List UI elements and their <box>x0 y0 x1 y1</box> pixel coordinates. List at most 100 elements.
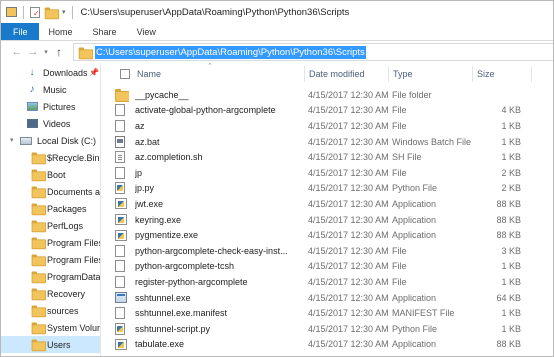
nav-item-label: Program Files ( <box>47 254 100 265</box>
column-name[interactable]: Name <box>137 63 161 85</box>
folder-icon <box>115 89 129 103</box>
chevron-down-icon[interactable]: ▾ <box>10 136 14 144</box>
list-item[interactable]: keyring.exe 4/15/2017 12:30 AM Applicati… <box>102 212 553 228</box>
music-icon: ♪ <box>29 84 35 95</box>
nav-item-videos[interactable]: Videos <box>1 115 100 132</box>
sort-caret-icon: ⌃ <box>207 63 213 70</box>
nav-item-label: Videos <box>43 118 71 129</box>
list-item[interactable]: jp 4/15/2017 12:30 AM File 2 KB <box>102 165 553 181</box>
nav-item-folder[interactable]: Program Files <box>1 234 100 251</box>
list-item[interactable]: sshtunnel.exe 4/15/2017 12:30 AM Applica… <box>102 290 553 306</box>
file-date: 4/15/2017 12:30 AM <box>308 339 389 350</box>
list-item[interactable]: pygmentize.exe 4/15/2017 12:30 AM Applic… <box>102 227 553 243</box>
tab-view[interactable]: View <box>127 23 166 40</box>
list-item[interactable]: activate-global-python-argcomplete 4/15/… <box>102 103 553 119</box>
tab-share[interactable]: Share <box>83 23 127 40</box>
nav-item-folder[interactable]: Packages <box>1 200 100 217</box>
folder-shortcut-icon <box>31 186 47 199</box>
file-date: 4/15/2017 12:30 AM <box>308 292 389 303</box>
list-item[interactable]: tabulate.exe 4/15/2017 12:30 AM Applicat… <box>102 337 553 353</box>
column-divider[interactable] <box>388 66 389 82</box>
file-date: 4/15/2017 12:30 AM <box>308 214 389 225</box>
file-icon <box>115 244 125 257</box>
nav-item-folder[interactable]: $Recycle.Bin <box>1 149 100 166</box>
file-type: Windows Batch File <box>392 136 472 147</box>
nav-item-label: Downloads <box>43 67 88 78</box>
properties-icon[interactable]: ✓ <box>30 6 40 18</box>
nav-item-folder[interactable]: sources <box>1 302 100 319</box>
nav-item-label: Local Disk (C:) <box>37 135 97 146</box>
file-icon <box>115 119 125 132</box>
nav-item-folder[interactable]: ProgramData <box>1 268 100 285</box>
folder-icon <box>31 305 47 318</box>
file-size: 1 KB <box>501 276 521 287</box>
column-date-modified[interactable]: Date modified <box>309 63 365 85</box>
file-date: 4/15/2017 12:30 AM <box>308 308 389 319</box>
recent-locations-chevron-icon[interactable]: ▾ <box>41 48 51 56</box>
file-size: 2 KB <box>501 183 521 194</box>
file-type: File folder <box>392 89 432 100</box>
column-divider[interactable] <box>304 66 305 82</box>
column-divider[interactable] <box>472 66 473 82</box>
explorer-app-icon[interactable] <box>6 7 17 17</box>
list-item[interactable]: jp.py 4/15/2017 12:30 AM Python File 2 K… <box>102 181 553 197</box>
address-input[interactable]: C:\Users\superuser\AppData\Roaming\Pytho… <box>95 45 366 59</box>
tab-file[interactable]: File <box>1 23 39 40</box>
list-item[interactable]: jwt.exe 4/15/2017 12:30 AM Application 8… <box>102 196 553 212</box>
file-name: tabulate.exe <box>135 339 185 350</box>
list-item[interactable]: az.completion.sh 4/15/2017 12:30 AM SH F… <box>102 149 553 165</box>
toolbar-divider <box>71 5 73 19</box>
column-divider[interactable] <box>531 66 532 82</box>
nav-item-label: $Recycle.Bin <box>47 152 100 163</box>
list-item[interactable]: register-python-argcomplete 4/15/2017 12… <box>102 274 553 290</box>
file-icon <box>115 104 125 117</box>
folder-icon <box>31 254 47 267</box>
forward-arrow-icon[interactable]: → <box>25 46 41 58</box>
videos-icon <box>26 118 38 130</box>
column-size[interactable]: Size <box>477 63 495 85</box>
python-exe-icon <box>115 338 127 350</box>
pin-icon[interactable]: 📌 <box>89 68 99 77</box>
list-item[interactable]: python-argcomplete-tcsh 4/15/2017 12:30 … <box>102 259 553 275</box>
folder-icon <box>31 220 47 233</box>
list-item[interactable]: sshtunnel.exe.manifest 4/15/2017 12:30 A… <box>102 305 553 321</box>
file-type: Application <box>392 230 437 241</box>
nav-item-label: System Volume <box>47 322 100 333</box>
file-date: 4/15/2017 12:30 AM <box>308 183 389 194</box>
select-all-checkbox[interactable] <box>120 63 130 85</box>
up-arrow-icon[interactable]: ↑ <box>51 45 67 59</box>
file-type: SH File <box>392 152 422 163</box>
file-date: 4/15/2017 12:30 AM <box>308 136 389 147</box>
file-icon <box>115 166 125 179</box>
nav-item-folder[interactable]: Recovery <box>1 285 100 302</box>
list-item[interactable]: az 4/15/2017 12:30 AM File 1 KB <box>102 118 553 134</box>
list-item[interactable]: __pycache__ 4/15/2017 12:30 AM File fold… <box>102 87 553 103</box>
address-bar[interactable]: C:\Users\superuser\AppData\Roaming\Pytho… <box>73 43 553 61</box>
nav-item-folder[interactable]: Documents an <box>1 183 100 200</box>
nav-item-music[interactable]: ♪ Music <box>1 81 100 98</box>
new-folder-icon[interactable] <box>44 7 60 19</box>
file-list[interactable]: __pycache__ 4/15/2017 12:30 AM File fold… <box>102 87 553 356</box>
nav-item-pictures[interactable]: Pictures <box>1 98 100 115</box>
list-item[interactable]: az.bat 4/15/2017 12:30 AM Windows Batch … <box>102 134 553 150</box>
file-size: 64 KB <box>496 292 521 303</box>
nav-item-folder[interactable]: Program Files ( <box>1 251 100 268</box>
nav-item-downloads[interactable]: ↓ Downloads 📌 <box>1 64 100 81</box>
nav-item-folder[interactable]: PerfLogs <box>1 217 100 234</box>
list-item[interactable]: sshtunnel-script.py 4/15/2017 12:30 AM P… <box>102 321 553 337</box>
navigation-pane[interactable]: ↓ Downloads 📌 ♪ Music Pictures Videos ▾ … <box>1 63 101 356</box>
file-name: az <box>135 120 145 131</box>
file-size: 1 KB <box>501 120 521 131</box>
back-arrow-icon[interactable]: ← <box>9 46 25 58</box>
list-item[interactable]: python-argcomplete-check-easy-inst... 4/… <box>102 243 553 259</box>
tab-home[interactable]: Home <box>39 23 83 40</box>
file-type: File <box>392 120 407 131</box>
nav-item-users[interactable]: Users <box>1 336 100 353</box>
nav-item-local-disk[interactable]: ▾ Local Disk (C:) <box>1 132 100 149</box>
nav-item-folder[interactable]: Boot <box>1 166 100 183</box>
nav-item-folder[interactable]: System Volume <box>1 319 100 336</box>
file-name: pygmentize.exe <box>135 230 199 241</box>
file-type: File <box>392 261 407 272</box>
chevron-down-icon[interactable]: ▾ <box>62 8 66 16</box>
column-type[interactable]: Type <box>393 63 413 85</box>
